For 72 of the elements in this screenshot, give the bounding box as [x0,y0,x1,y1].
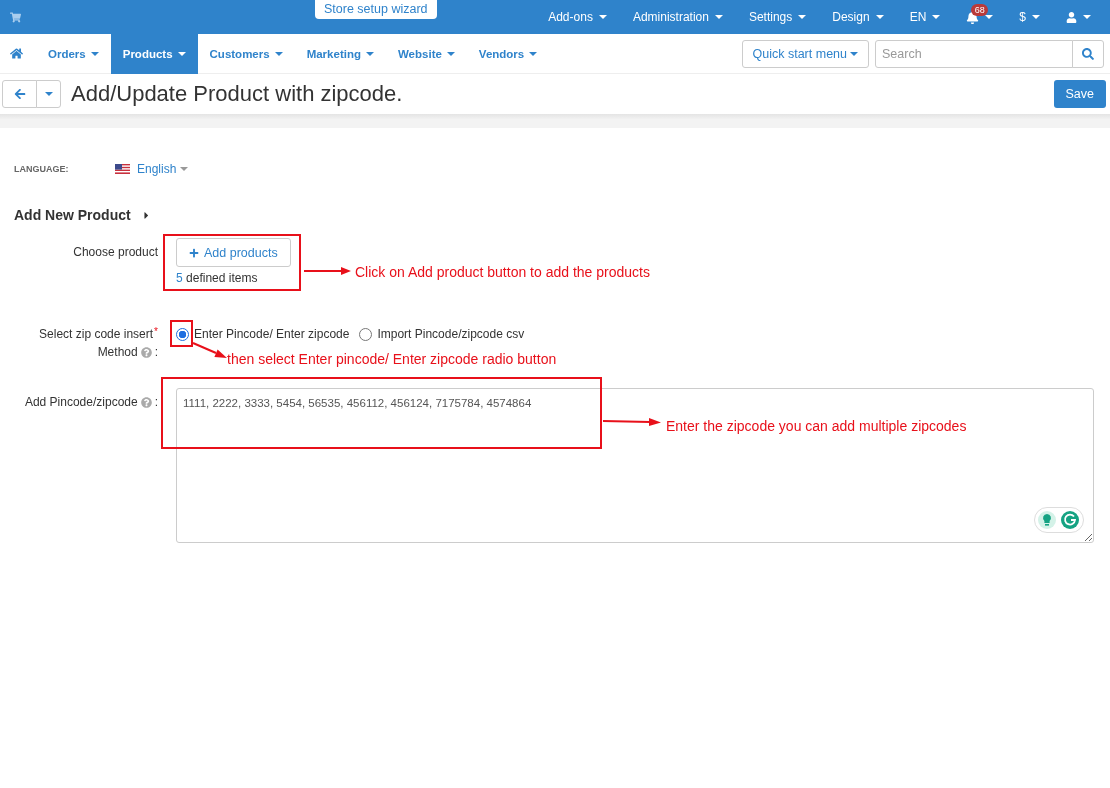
label-colon: : [154,394,158,411]
cart-icon[interactable] [10,11,21,23]
caret-icon [1083,15,1091,19]
field-label: Method [97,344,138,361]
caret-icon [529,51,538,56]
caret-icon [1032,15,1040,19]
notifications-button[interactable]: 68 [953,0,1007,34]
caret-icon [875,15,884,19]
caret-icon [365,51,374,56]
notification-badge: 68 [971,3,989,16]
field-label: Add Pincode/zipcode [24,394,138,411]
annotation-text: then select Enter pincode/ Enter zipcode radio button [227,350,557,368]
caret-icon [180,167,189,171]
caret-icon [177,51,186,56]
quick-start-menu-button[interactable]: Quick start menu [741,39,869,68]
search-icon [1082,47,1094,60]
annotation-arrow [303,266,352,276]
items-count-link[interactable]: 5 [176,271,183,285]
section-title: Add New Product [14,207,131,223]
option-label[interactable]: Enter Pincode/ Enter zipcode [194,327,350,341]
caret-icon [598,15,607,19]
currency-menu[interactable]: $ [1006,0,1053,34]
search-field[interactable]: Search [875,39,1073,68]
top-menu-item[interactable]: Settings [735,0,820,34]
caret-icon [446,51,455,56]
highlight-frame [170,320,193,347]
nav-tab[interactable]: Customers [197,33,295,74]
help-icon[interactable] [140,346,152,358]
caret-icon [44,92,53,96]
writing-assistant-icon[interactable] [1034,507,1084,533]
plus-icon [189,247,199,258]
caret-icon [850,51,858,56]
nav-tab[interactable]: Products [110,33,198,74]
radio-button[interactable] [176,327,189,341]
caret-icon [90,51,99,56]
annotation-text: Enter the zipcode you can add multiple zipcodes [666,417,967,435]
caret-icon [985,15,994,19]
annotation-arrow [192,342,228,360]
save-button[interactable]: Save [1053,80,1106,108]
search-button[interactable] [1072,39,1104,68]
home-icon [10,47,23,60]
caret-icon [714,15,723,19]
arrow-left-icon [13,88,26,100]
flag-icon [115,164,130,174]
caret-icon [932,15,941,19]
field-label: Select zip code insert [39,326,154,343]
caret-icon [798,15,807,19]
nav-tab[interactable]: Orders [36,33,111,74]
language-selector[interactable]: English [115,162,189,176]
top-menu-item[interactable]: Administration [619,0,736,34]
annotation-text: Click on Add product button to add the products [355,263,650,281]
add-products-button[interactable]: Add products [176,238,291,267]
field-label: Choose product [73,244,158,261]
language-label: LANGUAGE: [14,164,70,174]
user-icon [1066,11,1077,23]
label-colon: : [154,344,158,361]
top-menu-item[interactable]: Design [819,0,897,34]
annotation-arrow [602,416,662,428]
required-mark: * [154,325,158,339]
radio-button[interactable] [359,327,373,341]
option-label[interactable]: Import Pincode/zipcode csv [377,327,525,341]
store-setup-wizard-tab[interactable]: Store setup wizard [315,0,437,19]
defined-items-text: 5 defined items [176,270,258,287]
nav-tab[interactable]: Vendors [466,33,550,74]
nav-tab[interactable]: Marketing [294,33,386,74]
caret-icon [274,51,283,56]
page-title: Add/Update Product with zipcode. [71,81,403,107]
top-menu-item[interactable]: EN [896,0,954,34]
help-icon[interactable] [140,396,152,408]
nav-tab[interactable]: Website [385,33,467,74]
back-button[interactable] [2,80,37,108]
top-menu-item[interactable]: Add-ons [535,0,620,34]
